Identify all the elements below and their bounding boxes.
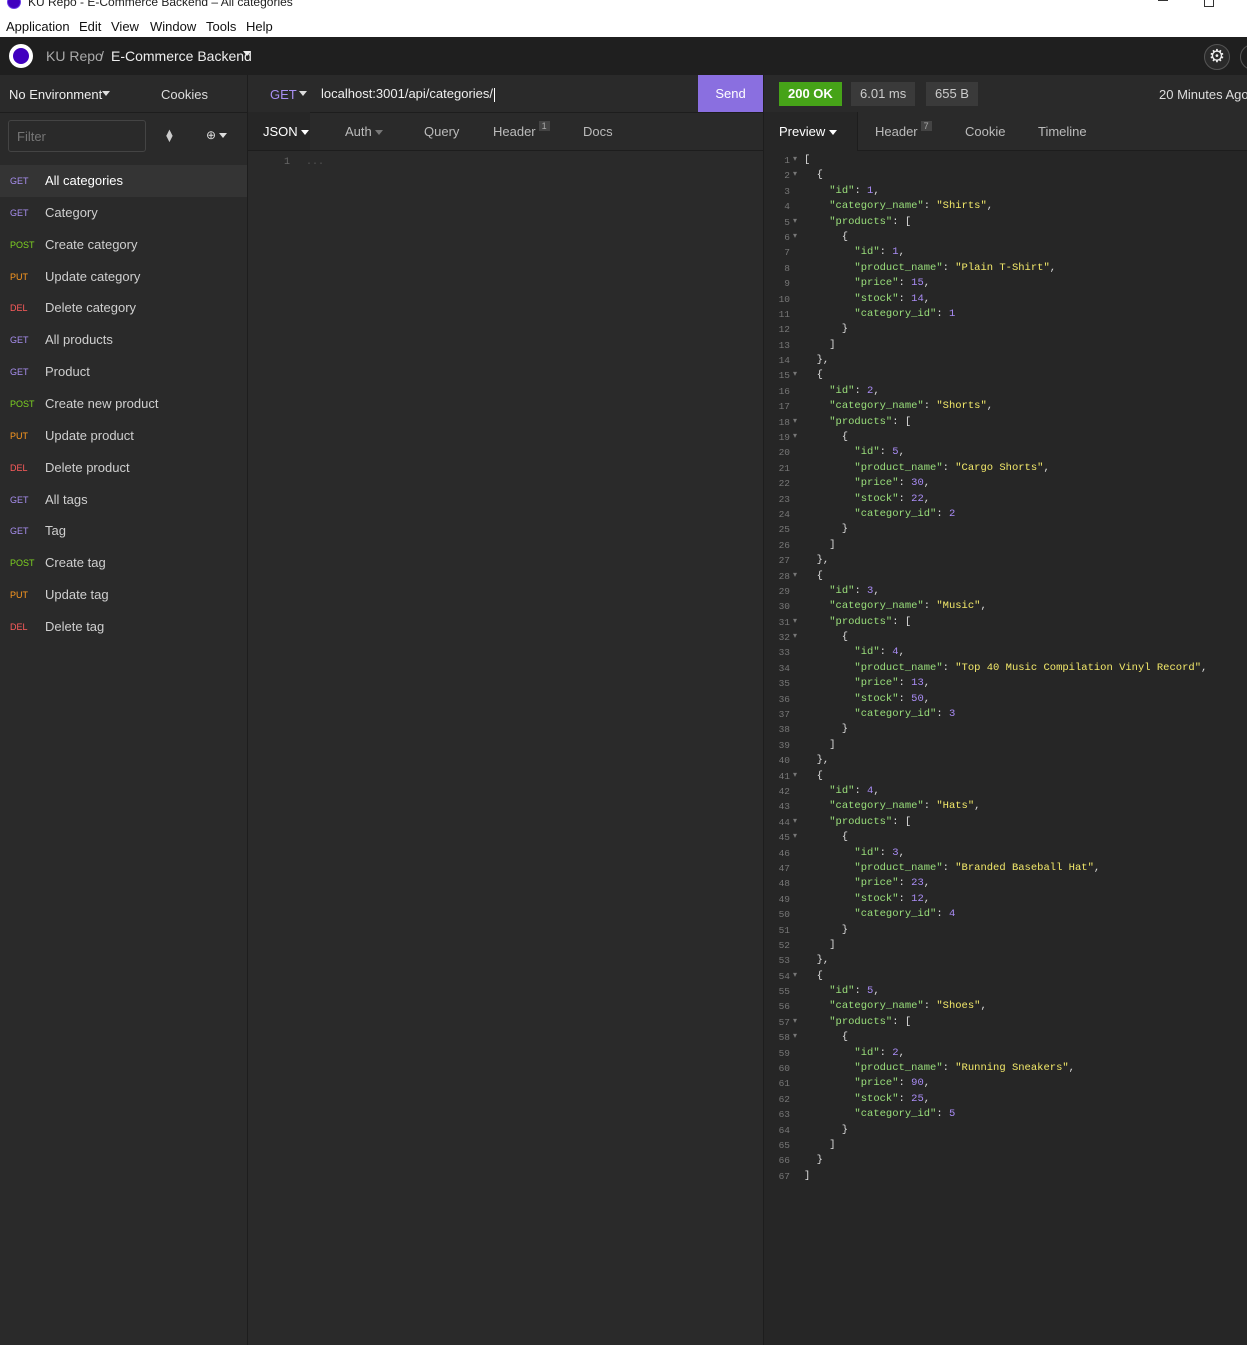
window-title: KU Repo - E-Commerce Backend – All categ… xyxy=(28,0,293,9)
menu-application[interactable]: Application xyxy=(6,19,70,34)
method-badge: POST xyxy=(10,558,35,569)
app-logo-icon xyxy=(7,0,21,9)
insomnia-logo-icon[interactable] xyxy=(9,44,33,68)
menu-view[interactable]: View xyxy=(111,19,139,34)
method-badge: GET xyxy=(10,494,29,505)
tab-preview[interactable]: Preview xyxy=(779,124,837,139)
request-item[interactable]: POST Create tag xyxy=(0,547,247,579)
request-name: Category xyxy=(45,204,98,220)
request-name: Delete tag xyxy=(45,618,105,634)
request-item[interactable]: GET All categories xyxy=(0,165,247,197)
request-item[interactable]: DEL Delete category xyxy=(0,292,247,324)
response-status-bar: 200 OK 6.01 ms 655 B 20 Minutes Ago xyxy=(764,75,1247,113)
menu-window[interactable]: Window xyxy=(150,19,196,34)
breadcrumb-separator: / xyxy=(100,48,104,64)
method-badge: DEL xyxy=(10,303,28,314)
request-name: All categories xyxy=(45,173,124,188)
request-item[interactable]: PUT Update product xyxy=(0,420,247,452)
request-name: Delete product xyxy=(45,459,130,475)
menu-tools[interactable]: Tools xyxy=(206,19,236,34)
method-badge: PUT xyxy=(10,271,28,282)
maximize-icon[interactable] xyxy=(1204,0,1214,7)
menu-bar: Application Edit View Window Tools Help xyxy=(0,17,1247,37)
request-item[interactable]: POST Create new product xyxy=(0,388,247,420)
method-badge: GET xyxy=(10,207,29,218)
size-badge: 655 B xyxy=(926,82,978,106)
method-badge: PUT xyxy=(10,590,28,601)
tab-header[interactable]: Header 1 xyxy=(493,121,550,139)
breadcrumb-collection[interactable]: E-Commerce Backend xyxy=(111,48,252,64)
app-header: KU Repo / E-Commerce Backend ⚙ xyxy=(0,37,1247,76)
method-badge: DEL xyxy=(10,621,28,632)
environment-row: No Environment Cookies xyxy=(0,75,247,113)
method-selector[interactable]: GET xyxy=(270,87,297,102)
tab-auth[interactable]: Auth xyxy=(345,124,384,139)
menu-help[interactable]: Help xyxy=(246,19,273,34)
method-badge: DEL xyxy=(10,462,28,473)
request-name: Update tag xyxy=(45,587,109,603)
request-item[interactable]: POST Create category xyxy=(0,229,247,261)
time-badge: 6.01 ms xyxy=(851,82,916,106)
request-item[interactable]: GET All tags xyxy=(0,484,247,516)
line-number: 1 xyxy=(284,157,291,168)
send-button[interactable]: Send xyxy=(698,75,763,112)
sort-icon[interactable]: ▲ ▼ xyxy=(164,128,175,145)
body-placeholder: ... xyxy=(306,157,325,168)
request-name: Create category xyxy=(45,236,138,252)
status-badge: 200 OK xyxy=(779,82,842,106)
body-editor[interactable]: 1 ... xyxy=(284,157,324,168)
chevron-down-icon[interactable] xyxy=(299,91,307,96)
add-icon[interactable]: ⊕ xyxy=(206,128,228,142)
request-name: All tags xyxy=(45,491,88,507)
request-tabs: JSON Auth Query Header 1 Docs xyxy=(248,112,763,151)
request-item[interactable]: DEL Delete tag xyxy=(0,611,247,643)
tab-cookie[interactable]: Cookie xyxy=(965,124,1005,139)
response-tabs: Preview Header 7 Cookie Timeline xyxy=(764,112,1247,151)
chevron-down-icon[interactable] xyxy=(243,51,251,56)
request-name: Create new product xyxy=(45,395,159,411)
filter-input[interactable] xyxy=(8,120,146,152)
environment-selector[interactable]: No Environment xyxy=(9,87,102,102)
request-item[interactable]: PUT Update tag xyxy=(0,579,247,611)
breadcrumb-workspace[interactable]: KU Repo xyxy=(46,48,103,64)
response-pane: 200 OK 6.01 ms 655 B 20 Minutes Ago Prev… xyxy=(764,75,1247,1345)
cookies-button[interactable]: Cookies xyxy=(161,87,208,102)
request-item[interactable]: PUT Update category xyxy=(0,261,247,293)
sidebar: No Environment Cookies ▲▼ ⊕ GET All categ… xyxy=(0,75,248,1345)
request-name: Update category xyxy=(45,268,141,284)
request-name: Update product xyxy=(45,427,134,443)
window-titlebar: KU Repo - E-Commerce Backend – All categ… xyxy=(0,0,1247,17)
tab-response-header[interactable]: Header 7 xyxy=(875,121,932,139)
method-badge: GET xyxy=(10,367,29,378)
method-badge: GET xyxy=(10,526,29,537)
request-name: All products xyxy=(45,332,113,348)
tab-query[interactable]: Query xyxy=(424,124,459,139)
account-icon[interactable] xyxy=(1240,44,1247,70)
response-age[interactable]: 20 Minutes Ago xyxy=(1159,87,1247,102)
request-name: Tag xyxy=(45,523,66,539)
gear-icon[interactable]: ⚙ xyxy=(1204,44,1230,70)
request-item[interactable]: GET Product xyxy=(0,356,247,388)
menu-edit[interactable]: Edit xyxy=(79,19,101,34)
request-name: Delete category xyxy=(45,300,137,316)
chevron-down-icon[interactable] xyxy=(102,91,110,96)
url-bar: GET localhost:3001/api/categories/ Send xyxy=(248,75,763,113)
url-input[interactable]: localhost:3001/api/categories/ xyxy=(321,86,496,102)
request-name: Product xyxy=(45,364,90,380)
request-pane: GET localhost:3001/api/categories/ Send … xyxy=(248,75,764,1345)
minimize-icon[interactable] xyxy=(1158,0,1168,1)
method-badge: POST xyxy=(10,398,35,409)
request-item[interactable]: DEL Delete product xyxy=(0,452,247,484)
tab-timeline[interactable]: Timeline xyxy=(1038,124,1087,139)
request-name: Create tag xyxy=(45,555,106,571)
request-item[interactable]: GET Tag xyxy=(0,515,247,547)
request-item[interactable]: GET Category xyxy=(0,197,247,229)
method-badge: GET xyxy=(10,176,29,186)
method-badge: GET xyxy=(10,335,29,346)
tab-body-json[interactable]: JSON xyxy=(263,124,310,139)
method-badge: POST xyxy=(10,239,35,250)
method-badge: PUT xyxy=(10,430,28,441)
tab-docs[interactable]: Docs xyxy=(583,124,613,139)
request-item[interactable]: GET All products xyxy=(0,324,247,356)
